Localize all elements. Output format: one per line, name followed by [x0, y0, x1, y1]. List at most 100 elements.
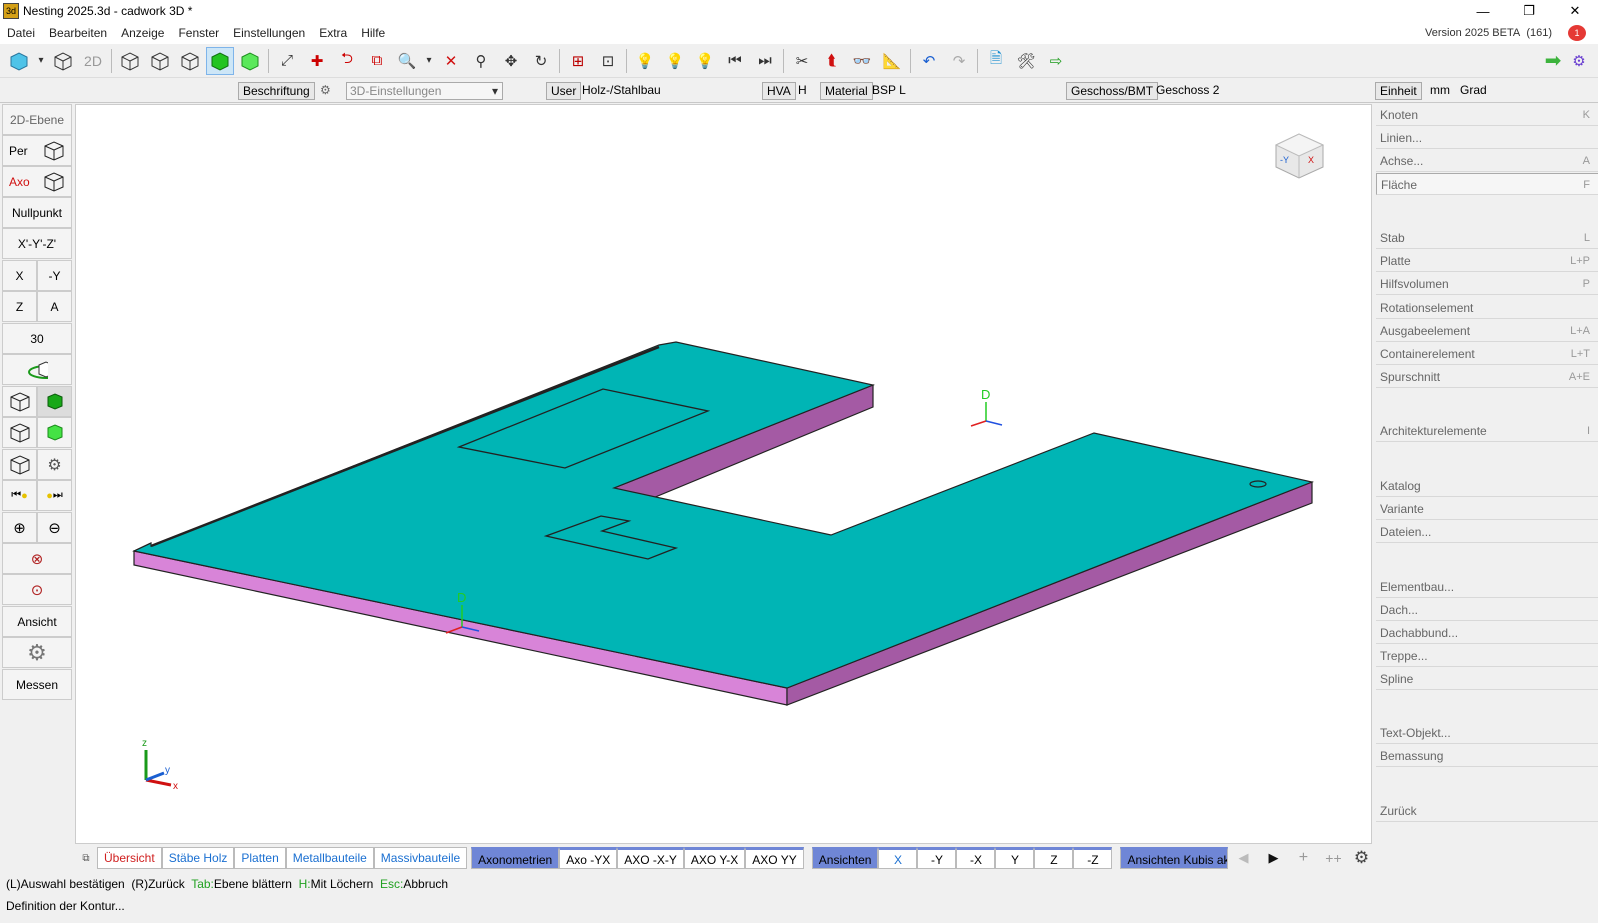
tools-icon[interactable]: 🛠	[1012, 47, 1040, 75]
xyz-button[interactable]: X'-Y'-Z'	[2, 228, 72, 259]
tab-axo-xy[interactable]: AXO -X-Y	[617, 847, 684, 869]
tab-scroll-left-icon[interactable]: ◀	[1228, 850, 1258, 866]
tab-massivbauteile[interactable]: Massivbauteile	[373, 847, 468, 869]
tab-ansichten-kubis[interactable]: Ansichten Kubis ak	[1120, 847, 1229, 869]
tab-view-minus-x[interactable]: -X	[956, 847, 996, 869]
pan-icon[interactable]: ✥	[497, 47, 525, 75]
cube-color-icon[interactable]	[5, 47, 33, 75]
messen-button[interactable]: Messen	[2, 669, 72, 700]
right-panel-item[interactable]: Fläche F	[1376, 173, 1598, 195]
right-panel-item[interactable]: Variante	[1376, 498, 1598, 520]
axo-button[interactable]: Axo	[2, 166, 72, 197]
right-panel-item[interactable]: Bemassung	[1376, 745, 1598, 767]
menu-bearbeiten[interactable]: Bearbeiten	[42, 26, 114, 40]
restore-icon[interactable]: ❐	[1506, 0, 1552, 22]
3d-settings-select[interactable]: 3D-Einstellungen	[346, 82, 503, 100]
right-panel-item[interactable]: Hilfsvolumen P	[1376, 273, 1598, 295]
scissors-icon[interactable]: ✂	[788, 47, 816, 75]
cube-icon[interactable]	[116, 47, 144, 75]
tab-settings-gear-icon[interactable]: ⚙	[1348, 848, 1374, 868]
zoom-out-icon[interactable]: ⊖	[37, 512, 72, 543]
prev-icon[interactable]: ⏮	[721, 47, 749, 75]
right-panel-item[interactable]: Text-Objekt...	[1376, 722, 1598, 744]
cube-icon[interactable]	[176, 47, 204, 75]
right-panel-item[interactable]: Containerelement L+T	[1376, 343, 1598, 365]
3d-viewport[interactable]: D D z y x -Y X	[75, 104, 1372, 844]
tab-axo-yx[interactable]: Axo -YX	[559, 847, 618, 869]
tab-axonometrien[interactable]: Axonometrien	[471, 847, 560, 869]
view-x-button[interactable]: X	[2, 260, 37, 291]
user-button[interactable]: User	[546, 82, 582, 100]
dropdown-icon[interactable]: ▾	[35, 47, 47, 75]
gears-icon[interactable]: ⚙	[37, 449, 72, 480]
dropdown-icon[interactable]: ▾	[423, 47, 435, 75]
right-panel-item[interactable]: Knoten K	[1376, 104, 1598, 126]
right-panel-item[interactable]: Architekturelemente I	[1376, 420, 1598, 442]
material-button[interactable]: Material	[820, 82, 873, 100]
cube-green-icon[interactable]	[206, 46, 234, 75]
close-icon[interactable]: ✕	[1552, 0, 1598, 22]
zoom-reset-icon[interactable]: ⊗	[2, 543, 72, 574]
cube-green-icon[interactable]	[37, 417, 72, 448]
tab-metallbauteile[interactable]: Metallbauteile	[285, 847, 374, 869]
refresh-icon[interactable]: ↻	[527, 47, 555, 75]
tab-scroll-right-icon[interactable]: ▶	[1258, 850, 1288, 866]
right-panel-item[interactable]: Spurschnitt A+E	[1376, 366, 1598, 388]
copy-icon[interactable]: ⧉	[363, 47, 391, 75]
minimize-icon[interactable]: —	[1460, 0, 1506, 22]
menu-fenster[interactable]: Fenster	[171, 26, 226, 40]
cube-wire-icon[interactable]	[2, 386, 37, 417]
einheit-button[interactable]: Einheit	[1375, 82, 1422, 100]
select-icon[interactable]: ⊞	[564, 47, 592, 75]
arrow-right-icon[interactable]: ➡	[1539, 47, 1567, 75]
right-panel-item[interactable]: Treppe...	[1376, 645, 1598, 667]
cube-wire-icon[interactable]	[49, 47, 77, 75]
axis-icon[interactable]: ⮬	[818, 47, 846, 75]
right-panel-item[interactable]: Stab L	[1376, 227, 1598, 249]
tab-view-minus-z[interactable]: -Z	[1073, 847, 1113, 869]
cube-green-icon[interactable]	[236, 47, 264, 75]
tab-view-z[interactable]: Z	[1034, 847, 1074, 869]
tab-platten[interactable]: Platten	[234, 847, 286, 869]
right-panel-item[interactable]: Ausgabeelement L+A	[1376, 320, 1598, 342]
view-minus-y-button[interactable]: -Y	[37, 260, 72, 291]
tab-pin-icon[interactable]: ⧉	[75, 853, 97, 864]
right-panel-item[interactable]: Rotationselement	[1376, 297, 1598, 319]
tab-add-all-button[interactable]: ++	[1318, 850, 1348, 866]
menu-extra[interactable]: Extra	[312, 26, 354, 40]
tab-ansichten[interactable]: Ansichten	[811, 847, 879, 869]
right-panel-item[interactable]: Dachabbund...	[1376, 622, 1598, 644]
model-view[interactable]: D D z y x -Y X	[76, 105, 1373, 845]
tab-view-minus-y[interactable]: -Y	[917, 847, 957, 869]
rotate-view-icon[interactable]	[2, 354, 72, 385]
add-icon[interactable]: 🗎	[982, 47, 1010, 75]
view-z-button[interactable]: Z	[2, 291, 37, 322]
slab-top-face[interactable]	[132, 341, 1315, 689]
thirty-button[interactable]: 30	[2, 323, 72, 354]
gear-icon[interactable]: ⚙	[316, 82, 335, 100]
zoom-icon[interactable]: 🔍	[393, 47, 421, 75]
view-cube[interactable]: -Y X	[1274, 133, 1325, 179]
cube-icon[interactable]	[146, 47, 174, 75]
delete-icon[interactable]: ✕	[437, 47, 465, 75]
right-panel-item[interactable]: Linien...	[1376, 127, 1598, 149]
menu-einstellungen[interactable]: Einstellungen	[226, 26, 312, 40]
tab-uebersicht[interactable]: Übersicht	[97, 847, 162, 869]
next-light-icon[interactable]: ● ⏭	[37, 480, 72, 511]
right-panel-item[interactable]: Achse... A	[1376, 150, 1598, 172]
line-icon[interactable]: ⤢	[273, 47, 301, 75]
right-panel-item[interactable]: Elementbau...	[1376, 576, 1598, 598]
prev-light-icon[interactable]: ⏮ ●	[2, 480, 37, 511]
right-panel-item[interactable]: Platte L+P	[1376, 250, 1598, 272]
export-icon[interactable]: ⇨	[1042, 47, 1070, 75]
redo-icon[interactable]: ↷	[945, 47, 973, 75]
right-panel-item[interactable]: Dach...	[1376, 599, 1598, 621]
plus-icon[interactable]: ✚	[303, 47, 331, 75]
beschriftung-button[interactable]: Beschriftung	[238, 82, 315, 100]
view-a-button[interactable]: A	[37, 291, 72, 322]
cube-wire-icon[interactable]	[2, 417, 37, 448]
right-panel-item[interactable]: Katalog	[1376, 475, 1598, 497]
settings-wheel-icon[interactable]: ⚙	[2, 637, 72, 668]
plugin-icon[interactable]: ⚙	[1565, 47, 1593, 75]
next-icon[interactable]: ⏭	[751, 47, 779, 75]
